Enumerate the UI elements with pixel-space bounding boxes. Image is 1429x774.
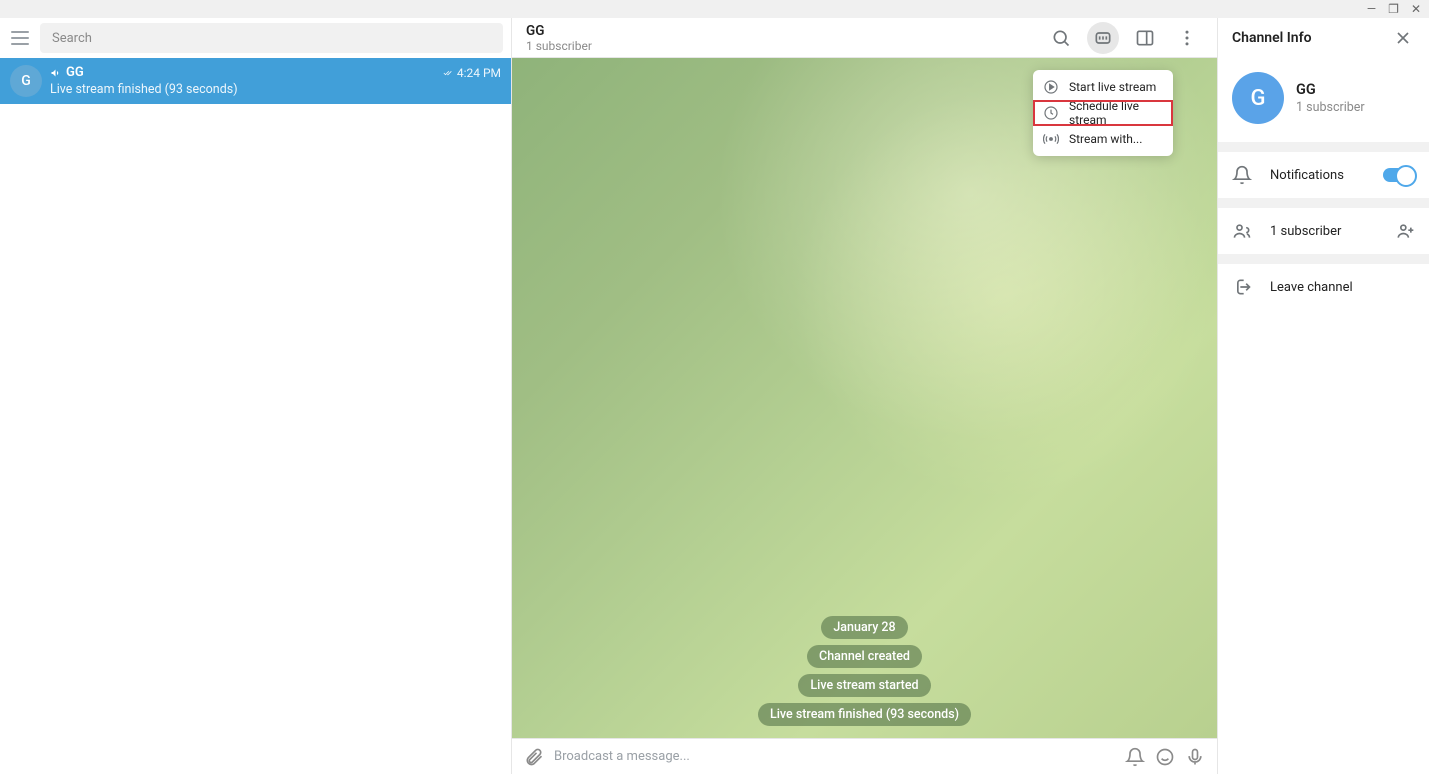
search-input[interactable] [40, 23, 503, 53]
bell-icon [1232, 165, 1252, 185]
profile-avatar[interactable]: G [1232, 72, 1284, 124]
broadcast-icon [1043, 131, 1059, 147]
livestream-button[interactable] [1087, 22, 1119, 54]
left-sidebar: G GG 4:24 PM Live stream finished (93 se… [0, 18, 512, 774]
emoji-icon[interactable] [1155, 747, 1175, 767]
chat-item-body: GG 4:24 PM Live stream finished (93 seco… [50, 65, 501, 97]
attach-icon[interactable] [524, 747, 544, 767]
service-message: Channel created [807, 645, 922, 668]
stream-with-item[interactable]: Stream with... [1033, 126, 1173, 152]
service-messages: January 28 Channel created Live stream s… [512, 616, 1217, 726]
section-divider [1218, 254, 1429, 264]
chat-header-subtitle: 1 subscriber [526, 39, 1037, 53]
chat-time: 4:24 PM [441, 66, 501, 80]
profile-section: G GG 1 subscriber [1218, 58, 1429, 152]
chat-header-title: GG [526, 23, 1037, 39]
chat-header-info: GG 1 subscriber [526, 23, 1037, 53]
search-in-chat-button[interactable] [1045, 22, 1077, 54]
notifications-label: Notifications [1270, 168, 1365, 183]
chat-name: GG [50, 65, 84, 80]
message-input[interactable] [554, 749, 1115, 764]
chat-header[interactable]: GG 1 subscriber [512, 18, 1217, 58]
check-double-icon [441, 68, 455, 78]
close-icon [1393, 28, 1413, 48]
close-window-button[interactable]: ✕ [1411, 2, 1421, 16]
chat-list: G GG 4:24 PM Live stream finished (93 se… [0, 58, 511, 774]
schedule-livestream-item[interactable]: Schedule live stream [1033, 100, 1173, 126]
close-panel-button[interactable] [1391, 26, 1415, 50]
leave-channel-label: Leave channel [1270, 280, 1415, 295]
minimize-button[interactable]: — [1367, 2, 1376, 16]
livestream-dropdown: Start live stream Schedule live stream S… [1033, 70, 1173, 156]
window-titlebar: — ❐ ✕ [0, 0, 1429, 18]
notifications-toggle[interactable] [1383, 168, 1415, 182]
play-circle-icon [1043, 79, 1059, 95]
clock-icon [1043, 105, 1059, 121]
chat-avatar: G [10, 65, 42, 97]
kebab-icon [1177, 28, 1197, 48]
megaphone-icon [50, 67, 62, 79]
service-message: Live stream started [798, 674, 930, 697]
section-divider [1218, 198, 1429, 208]
chat-list-item[interactable]: G GG 4:24 PM Live stream finished (93 se… [0, 58, 511, 104]
chat-panel: GG 1 subscriber January 28 [512, 18, 1217, 774]
leave-channel-row[interactable]: Leave channel [1218, 264, 1429, 310]
hamburger-menu-button[interactable] [8, 26, 32, 50]
add-member-icon[interactable] [1395, 221, 1415, 241]
chat-header-actions [1045, 22, 1203, 54]
maximize-button[interactable]: ❐ [1388, 2, 1399, 16]
start-livestream-item[interactable]: Start live stream [1033, 74, 1173, 100]
channel-info-panel: Channel Info G GG 1 subscriber Notificat… [1217, 18, 1429, 774]
notification-compose-icon[interactable] [1125, 747, 1145, 767]
compose-bar [512, 738, 1217, 774]
channel-info-header: Channel Info [1218, 18, 1429, 58]
service-message: Live stream finished (93 seconds) [758, 703, 971, 726]
left-header [0, 18, 511, 58]
channel-info-title: Channel Info [1232, 30, 1312, 46]
people-icon [1232, 221, 1252, 241]
mic-icon[interactable] [1185, 747, 1205, 767]
profile-subtitle: 1 subscriber [1296, 100, 1365, 115]
subscribers-label: 1 subscriber [1270, 224, 1377, 239]
logout-icon [1232, 277, 1252, 297]
app-container: G GG 4:24 PM Live stream finished (93 se… [0, 18, 1429, 774]
more-options-button[interactable] [1171, 22, 1203, 54]
chat-preview: Live stream finished (93 seconds) [50, 82, 501, 97]
search-icon [1051, 28, 1071, 48]
panel-icon [1135, 28, 1155, 48]
subscribers-row[interactable]: 1 subscriber [1218, 208, 1429, 254]
chat-messages-area[interactable]: January 28 Channel created Live stream s… [512, 58, 1217, 738]
notifications-row[interactable]: Notifications [1218, 152, 1429, 198]
side-panel-toggle-button[interactable] [1129, 22, 1161, 54]
profile-name: GG [1296, 81, 1365, 98]
date-pill: January 28 [821, 616, 907, 639]
livestream-icon [1093, 28, 1113, 48]
